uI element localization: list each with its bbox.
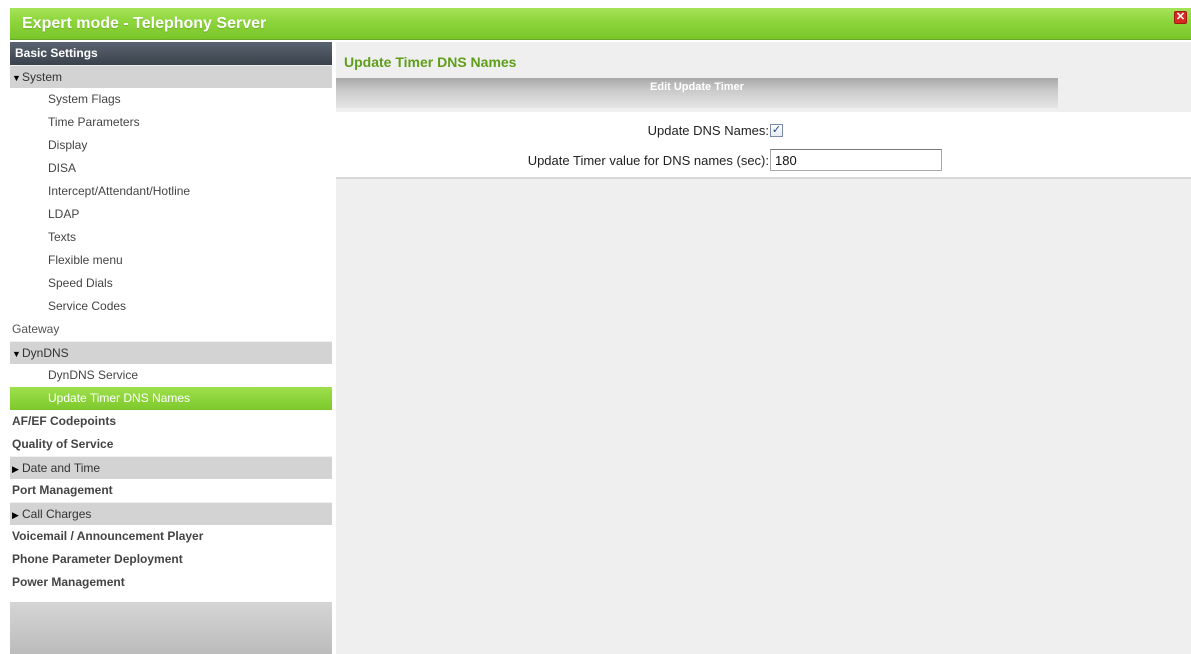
sidebar-item-ldap[interactable]: LDAP: [10, 203, 332, 226]
sidebar-item-label: System Flags: [48, 92, 121, 106]
sidebar-item-disa[interactable]: DISA: [10, 157, 332, 180]
sidebar-item-label: Port Management: [12, 483, 113, 497]
sidebar-item-label: Update Timer DNS Names: [48, 391, 191, 405]
sidebar-item-system-flags[interactable]: System Flags: [10, 88, 332, 111]
sidebar-item-gateway[interactable]: Gateway: [10, 318, 332, 341]
sidebar-item-display[interactable]: Display: [10, 134, 332, 157]
sidebar-item-quality-of-service[interactable]: Quality of Service: [10, 433, 332, 456]
sidebar-item-port-management[interactable]: Port Management: [10, 479, 332, 502]
sidebar-item-label: Flexible menu: [48, 253, 123, 267]
sidebar-item-time-parameters[interactable]: Time Parameters: [10, 111, 332, 134]
triangle-right-icon: ▶: [12, 464, 19, 474]
sidebar-item-texts[interactable]: Texts: [10, 226, 332, 249]
sidebar-item-label: Gateway: [12, 322, 60, 336]
sidebar-item-dyndns-service[interactable]: DynDNS Service: [10, 364, 332, 387]
sidebar-section-title[interactable]: Basic Settings: [10, 42, 332, 65]
section-title: Edit Update Timer: [650, 81, 744, 93]
sidebar-item-label: Service Codes: [48, 299, 127, 313]
sidebar-item-label: Display: [48, 138, 88, 152]
update-dns-label: Update DNS Names:: [647, 123, 769, 138]
sidebar-item-label: Speed Dials: [48, 276, 113, 290]
sidebar-item-af-ef-codepoints[interactable]: AF/EF Codepoints: [10, 410, 332, 433]
sidebar-item-label: AF/EF Codepoints: [12, 414, 116, 428]
form-row-timer: Update Timer value for DNS names (sec):: [336, 148, 1191, 172]
sidebar-item-phone-parameter-deployment[interactable]: Phone Parameter Deployment: [10, 548, 332, 571]
sidebar-item-label: Time Parameters: [48, 115, 140, 129]
sidebar-nav: Basic Settings ▼System System Flags Time P…: [10, 42, 332, 594]
title-bar: Expert mode - Telephony Server ✕: [10, 8, 1191, 40]
sidebar-item-voicemail-announcement-player[interactable]: Voicemail / Announcement Player: [10, 525, 332, 548]
close-button[interactable]: ✕: [1174, 11, 1187, 24]
sidebar-item-label: Power Management: [12, 575, 125, 589]
page-title: Update Timer DNS Names: [344, 54, 517, 70]
section-header: Edit Update Timer: [336, 78, 1058, 108]
sidebar-footer: [10, 602, 332, 654]
sidebar-item-label: Date and Time: [22, 461, 101, 475]
sidebar-item-intercept-attendant-hotline[interactable]: Intercept/Attendant/Hotline: [10, 180, 332, 203]
update-dns-checkbox[interactable]: ✓: [770, 124, 783, 137]
sidebar-item-label: System: [22, 70, 63, 84]
sidebar-item-update-timer-dns-names[interactable]: Update Timer DNS Names: [10, 387, 332, 410]
sidebar-item-label: Voicemail / Announcement Player: [12, 529, 204, 543]
sidebar-item-dyndns[interactable]: ▼DynDNS: [10, 341, 332, 364]
timer-label: Update Timer value for DNS names (sec):: [527, 153, 769, 168]
sidebar-item-label: DISA: [48, 161, 77, 175]
sidebar-item-power-management[interactable]: Power Management: [10, 571, 332, 594]
sidebar-item-label: Call Charges: [22, 507, 92, 521]
window-title: Expert mode - Telephony Server: [22, 15, 267, 32]
timer-value-input[interactable]: [770, 149, 942, 171]
sidebar-item-flexible-menu[interactable]: Flexible menu: [10, 249, 332, 272]
sidebar-item-speed-dials[interactable]: Speed Dials: [10, 272, 332, 295]
sidebar-item-call-charges[interactable]: ▶ Call Charges: [10, 502, 332, 525]
sidebar: Basic Settings ▼System System Flags Time P…: [10, 42, 332, 654]
sidebar-item-service-codes[interactable]: Service Codes: [10, 295, 332, 318]
triangle-right-icon: ▶: [12, 510, 19, 520]
sidebar-item-label: LDAP: [48, 207, 80, 221]
nav-list: ▼System System Flags Time Parameters Displa…: [10, 65, 332, 594]
close-icon: ✕: [1175, 11, 1186, 23]
sidebar-item-label: Phone Parameter Deployment: [12, 552, 183, 566]
form-row-update-dns: Update DNS Names: ✓: [336, 118, 1191, 142]
triangle-down-icon: ▼: [12, 349, 21, 359]
checkmark-icon: ✓: [771, 124, 782, 136]
sidebar-item-label: Texts: [48, 230, 77, 244]
sidebar-item-label: Quality of Service: [12, 437, 114, 451]
sidebar-item-label: Intercept/Attendant/Hotline: [48, 184, 191, 198]
sidebar-item-system[interactable]: ▼System: [10, 65, 332, 88]
main-panel: Update Timer DNS Names Edit Update Timer…: [336, 42, 1191, 654]
sidebar-item-label: DynDNS Service: [48, 368, 139, 382]
sidebar-item-label: DynDNS: [22, 346, 69, 360]
triangle-down-icon: ▼: [12, 73, 21, 83]
sidebar-item-date-and-time[interactable]: ▶ Date and Time: [10, 456, 332, 479]
edit-form: Update DNS Names: ✓ Update Timer value f…: [336, 112, 1191, 179]
